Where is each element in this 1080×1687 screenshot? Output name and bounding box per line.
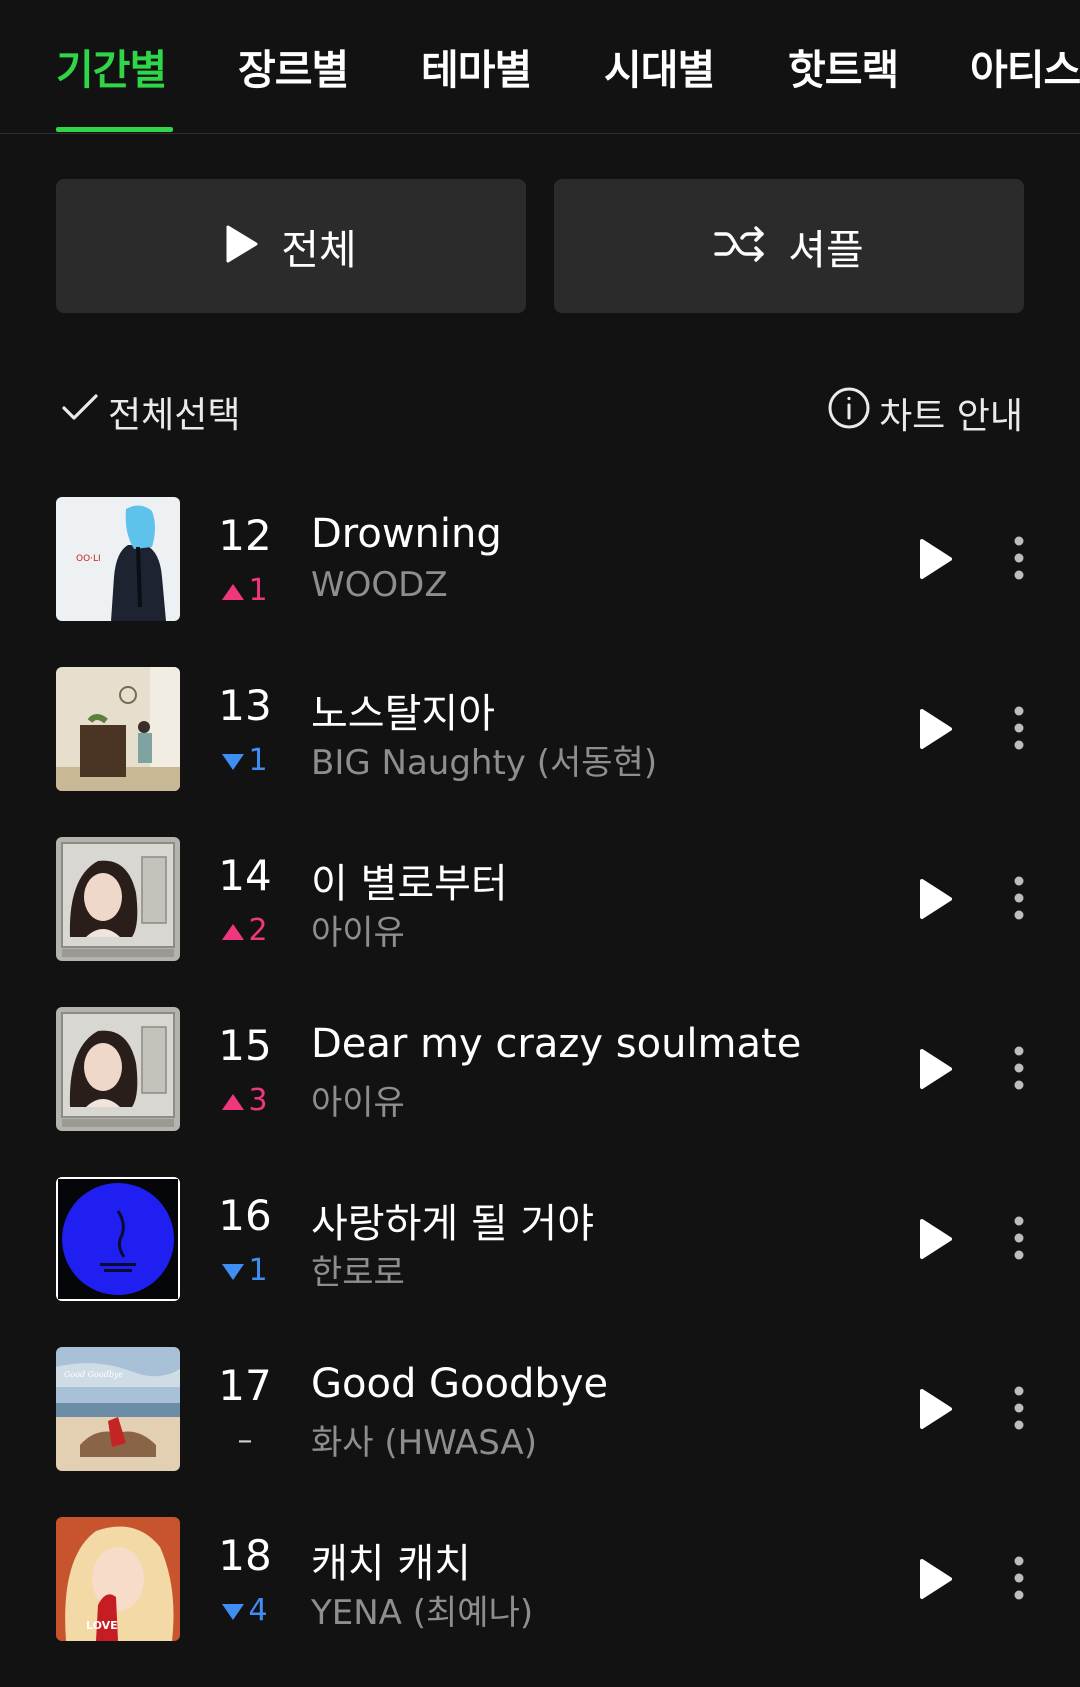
track-row[interactable]: OO·LI 12 1 Drowning WOODZ [0,497,1080,667]
track-title[interactable]: Drowning [311,511,502,557]
more-options-button[interactable] [1002,1043,1036,1093]
rank-down-icon [222,1593,245,1628]
play-all-button[interactable]: 전체 [56,179,526,313]
rank-change: 2 [206,913,284,948]
svg-text:LOVE: LOVE [86,1619,118,1632]
track-row[interactable]: 13 1 노스탈지아 BIG Naughty (서동현) [0,667,1080,837]
album-cover[interactable]: LOVE [56,1517,180,1641]
rank-change: 1 [206,573,284,608]
chart-category-tabs: 기간별 장르별 테마별 시대별 핫트랙 아티스 [0,0,1080,134]
info-icon [827,386,871,439]
select-all-button[interactable]: 전체선택 [60,386,240,438]
rank-up-icon [222,913,245,948]
track-artist[interactable]: YENA (최예나) [311,1585,533,1634]
chart-guide-label: 차트 안내 [879,395,1023,437]
chart-track-list: OO·LI 12 1 Drowning WOODZ 13 1 노스탈지아 BIG… [0,497,1080,1687]
more-options-button[interactable] [1002,1383,1036,1433]
chart-guide-button[interactable]: 차트 안내 [827,386,1023,439]
play-icon [225,224,259,268]
album-cover[interactable] [56,837,180,961]
track-title[interactable]: 사랑하게 될 거야 [311,1191,594,1249]
track-artist[interactable]: BIG Naughty (서동현) [311,735,657,784]
rank-change-value: – [237,1423,253,1458]
play-track-button[interactable] [910,875,958,923]
track-row[interactable]: 14 2 이 별로부터 아이유 [0,837,1080,1007]
tab-artist[interactable]: 아티스 [970,36,1080,96]
rank-change-value: 1 [248,743,268,778]
rank-change-value: 4 [248,1593,268,1628]
rank-change: 1 [206,1253,284,1288]
rank-change-value: 3 [248,1083,268,1118]
rank-down-icon [222,1253,245,1288]
track-artist[interactable]: 화사 (HWASA) [311,1415,537,1464]
rank-change-value: 1 [248,1253,268,1288]
track-rank: 15 [218,1021,272,1070]
play-track-button[interactable] [910,535,958,583]
tab-theme[interactable]: 테마별 [421,36,532,96]
more-options-button[interactable] [1002,533,1036,583]
album-cover[interactable]: OO·LI [56,497,180,621]
more-options-button[interactable] [1002,873,1036,923]
active-tab-indicator [56,127,173,132]
rank-change-value: 1 [248,573,268,608]
rank-down-icon [222,743,245,778]
track-rank: 16 [218,1191,272,1240]
rank-up-icon [222,573,245,608]
rank-change-value: 2 [248,913,268,948]
shuffle-label: 셔플 [788,226,864,274]
svg-text:Good Goodbye: Good Goodbye [64,1370,123,1379]
track-row[interactable]: LOVE 18 4 캐치 캐치 YENA (최예나) [0,1517,1080,1687]
select-all-label: 전체선택 [108,395,241,436]
track-title[interactable]: Good Goodbye [311,1361,608,1407]
more-options-button[interactable] [1002,1213,1036,1263]
svg-text:OO·LI: OO·LI [76,554,101,564]
track-rank: 13 [218,681,272,730]
more-options-button[interactable] [1002,1553,1036,1603]
play-track-button[interactable] [910,1215,958,1263]
shuffle-button[interactable]: 셔플 [554,179,1024,313]
rank-up-icon [222,1083,245,1118]
rank-change: 3 [206,1083,284,1118]
rank-change: – [206,1423,284,1458]
track-artist[interactable]: WOODZ [311,565,448,605]
album-cover[interactable] [56,1007,180,1131]
play-all-label: 전체 [281,226,357,274]
track-row[interactable]: 15 3 Dear my crazy soulmate 아이유 [0,1007,1080,1177]
shuffle-icon [714,224,766,268]
track-artist[interactable]: 한로로 [311,1245,405,1294]
track-rank: 12 [218,511,272,560]
album-cover[interactable] [56,667,180,791]
play-track-button[interactable] [910,1045,958,1093]
track-title[interactable]: Dear my crazy soulmate [311,1021,801,1067]
track-title[interactable]: 이 별로부터 [311,851,508,909]
album-cover[interactable] [56,1177,180,1301]
checkmark-icon [60,391,100,434]
tab-era[interactable]: 시대별 [604,36,715,96]
rank-change: 1 [206,743,284,778]
tab-hot-track[interactable]: 핫트랙 [788,36,899,96]
tab-genre[interactable]: 장르별 [238,36,349,96]
track-rank: 17 [218,1361,272,1410]
play-track-button[interactable] [910,1555,958,1603]
rank-change: 4 [206,1593,284,1628]
track-row[interactable]: Good Goodbye 17 – Good Goodbye 화사 (HWASA… [0,1347,1080,1517]
track-title[interactable]: 캐치 캐치 [311,1531,471,1589]
track-title[interactable]: 노스탈지아 [311,681,495,739]
track-artist[interactable]: 아이유 [311,1075,405,1124]
track-rank: 18 [218,1531,272,1580]
track-rank: 14 [218,851,272,900]
play-track-button[interactable] [910,1385,958,1433]
track-artist[interactable]: 아이유 [311,905,405,954]
album-cover[interactable]: Good Goodbye [56,1347,180,1471]
track-row[interactable]: 16 1 사랑하게 될 거야 한로로 [0,1177,1080,1347]
tab-period[interactable]: 기간별 [56,36,167,96]
play-track-button[interactable] [910,705,958,753]
more-options-button[interactable] [1002,703,1036,753]
